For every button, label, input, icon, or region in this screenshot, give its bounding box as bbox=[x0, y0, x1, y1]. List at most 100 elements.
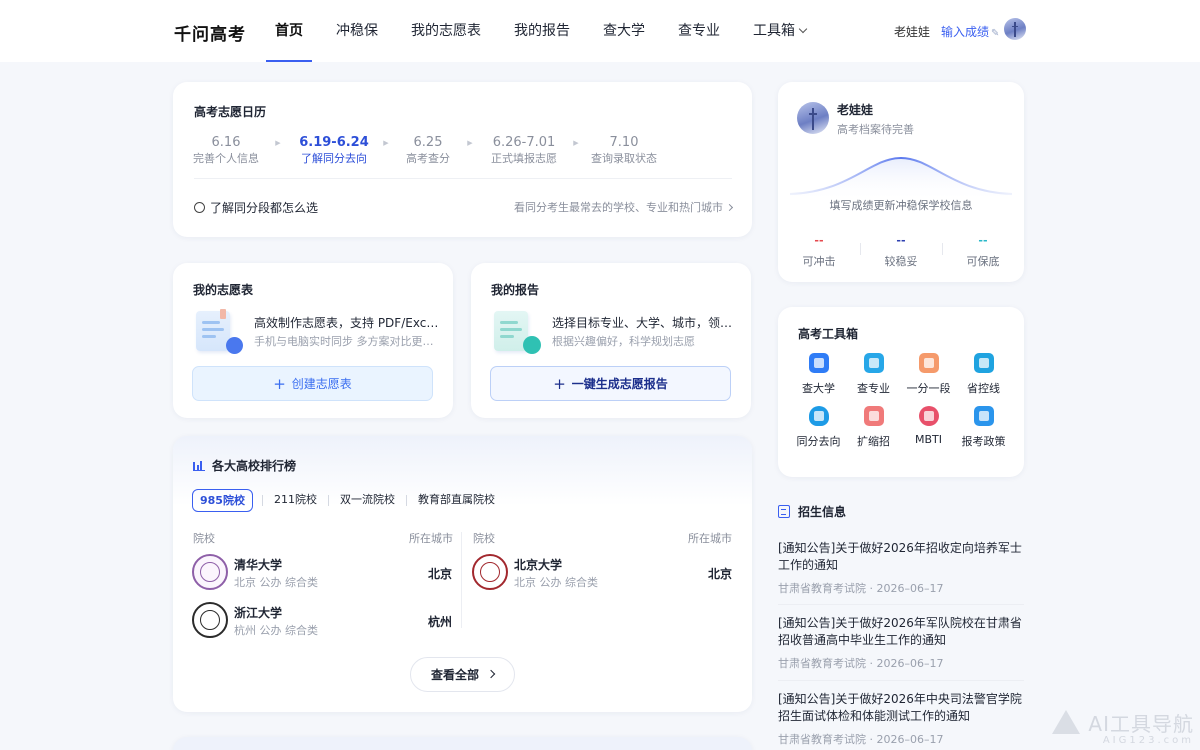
news-date: 2026–06–17 bbox=[876, 657, 944, 670]
tab-double-first-class[interactable]: 双一流院校 bbox=[329, 489, 406, 512]
news-item[interactable]: [通知公告]关于做好2026年中央司法警官学院招生面试体检和体能测试工作的通知 … bbox=[778, 691, 1024, 747]
nav-reach-safe[interactable]: 冲稳保 bbox=[327, 0, 387, 62]
profile-status: 高考档案待完善 bbox=[837, 123, 914, 136]
news-date: 2026–06–17 bbox=[876, 733, 944, 746]
nav-find-university[interactable]: 查大学 bbox=[594, 0, 654, 62]
step-label: 了解同分去向 bbox=[301, 152, 367, 165]
university-city: 北京 bbox=[708, 567, 733, 581]
tab-211[interactable]: 211院校 bbox=[263, 489, 328, 512]
brand-logo[interactable]: 千问高考 bbox=[174, 20, 246, 45]
divider bbox=[778, 604, 1024, 605]
university-meta: 北京 公办 综合类 bbox=[234, 576, 318, 589]
chevron-right-icon bbox=[486, 669, 496, 678]
university-ranking-card: 各大高校排行榜 985院校 211院校 双一流院校 教育部直属院校 院校 所在城… bbox=[173, 436, 752, 712]
university-meta: 杭州 公办 综合类 bbox=[234, 624, 318, 637]
nav-my-report[interactable]: 我的报告 bbox=[505, 0, 579, 62]
news-text: [通知公告]关于做好2026年招收定向培养军士工作的通知 bbox=[778, 541, 1022, 572]
zju-seal-icon bbox=[192, 602, 228, 638]
same-score-radio[interactable]: 了解同分段都怎么选 bbox=[194, 199, 318, 216]
tool-label: 省控线 bbox=[967, 382, 1000, 395]
tool-label: 查专业 bbox=[857, 382, 890, 395]
radio-circle-icon bbox=[194, 202, 205, 213]
tool-find-major[interactable]: 查专业 bbox=[846, 353, 901, 396]
calendar-step[interactable]: 7.10 查询录取状态 bbox=[589, 135, 659, 166]
tool-policy[interactable]: 报考政策 bbox=[956, 406, 1011, 449]
radio-label: 了解同分段都怎么选 bbox=[210, 201, 319, 215]
tool-enrollment-change[interactable]: 扩缩招 bbox=[846, 406, 901, 449]
stat-reach[interactable]: -- 可冲击 bbox=[778, 235, 860, 269]
policy-icon bbox=[973, 406, 994, 426]
calendar-step[interactable]: 6.16 完善个人信息 bbox=[193, 135, 259, 166]
profile-stats: -- 可冲击 -- 较稳妥 -- 可保底 bbox=[778, 235, 1024, 269]
avatar[interactable] bbox=[1004, 18, 1026, 40]
same-score-link[interactable]: 看同分考生最常去的学校、专业和热门城市 bbox=[514, 199, 734, 215]
column-divider bbox=[461, 532, 462, 628]
profile-card: 老娃娃 高考档案待完善 填写成绩更新冲稳保学校信息 -- 可冲击 -- 较稳妥 bbox=[778, 82, 1024, 282]
watermark-sub: AIG123.com bbox=[1102, 735, 1194, 746]
nav-home[interactable]: 首页 bbox=[266, 0, 312, 62]
news-meta: 甘肃省教育考试院 · 2026–06–17 bbox=[778, 657, 944, 670]
pencil-icon: ✎ bbox=[991, 28, 1000, 39]
nav-my-volunteer[interactable]: 我的志愿表 bbox=[402, 0, 490, 62]
next-card-edge bbox=[173, 737, 752, 750]
university-row[interactable]: 浙江大学 杭州 公办 综合类 杭州 bbox=[192, 602, 452, 642]
step-arrow-icon: ▶ bbox=[275, 139, 281, 147]
tool-find-university[interactable]: 查大学 bbox=[791, 353, 846, 396]
tool-score-segment[interactable]: 一分一段 bbox=[901, 353, 956, 396]
my-report-card: 我的报告 选择目标专业、大学、城市，领取专属报告 根据兴趣偏好，科学规划志愿 +… bbox=[471, 263, 751, 418]
plus-icon: + bbox=[553, 374, 566, 393]
tool-label: 同分去向 bbox=[796, 435, 841, 448]
tool-mbti[interactable]: MBTI bbox=[901, 406, 956, 449]
enter-score-link[interactable]: 输入成绩 ✎ bbox=[941, 23, 999, 40]
news-meta: 甘肃省教育考试院 · 2026–06–17 bbox=[778, 582, 944, 595]
nav-toolbox[interactable]: 工具箱 bbox=[744, 0, 815, 62]
column-header-school: 院校 bbox=[473, 532, 495, 545]
toolbox-title: 高考工具箱 bbox=[798, 327, 859, 341]
university-city: 杭州 bbox=[428, 615, 453, 629]
news-item[interactable]: [通知公告]关于做好2026年招收定向培养军士工作的通知 甘肃省教育考试院 · … bbox=[778, 540, 1024, 596]
profile-name: 老娃娃 bbox=[837, 103, 874, 117]
university-row[interactable]: 清华大学 北京 公办 综合类 北京 bbox=[192, 554, 452, 594]
view-all-button[interactable]: 查看全部 bbox=[410, 657, 515, 692]
calendar-step[interactable]: 6.26-7.01 正式填报志愿 bbox=[485, 135, 563, 166]
news-source: 甘肃省教育考试院 bbox=[778, 733, 866, 746]
tool-control-line[interactable]: 省控线 bbox=[956, 353, 1011, 396]
avatar[interactable] bbox=[797, 102, 829, 134]
step-date: 6.26-7.01 bbox=[492, 135, 556, 150]
news-item[interactable]: [通知公告]关于做好2026年军队院校在甘肃省招收普通高中毕业生工作的通知 甘肃… bbox=[778, 615, 1024, 671]
university-row[interactable]: 北京大学 北京 公办 综合类 北京 bbox=[472, 554, 732, 594]
tool-grid: 查大学 查专业 一分一段 省控线 同分去向 扩缩招 MBTI 报考政策 bbox=[791, 353, 1011, 449]
control-line-icon bbox=[973, 353, 994, 373]
view-all-label: 查看全部 bbox=[430, 668, 479, 682]
volunteer-calendar-card: 高考志愿日历 6.16 完善个人信息 ▶ 6.19-6.24 了解同分去向 ▶ … bbox=[173, 82, 752, 237]
report-main-text: 选择目标专业、大学、城市，领取专属报告 bbox=[552, 316, 737, 330]
toolbox-card: 高考工具箱 查大学 查专业 一分一段 省控线 同分去向 扩缩招 MBTI 报考政… bbox=[778, 307, 1024, 477]
volunteer-main-text: 高效制作志愿表，支持 PDF/Excel导出 bbox=[254, 316, 439, 330]
create-volunteer-button[interactable]: + 创建志愿表 bbox=[192, 366, 433, 401]
tab-985[interactable]: 985院校 bbox=[192, 489, 253, 512]
top-header: 千问高考 首页 冲稳保 我的志愿表 我的报告 查大学 查专业 工具箱 老娃娃 输… bbox=[0, 0, 1200, 62]
news-source: 甘肃省教育考试院 bbox=[778, 582, 866, 595]
tool-same-score[interactable]: 同分去向 bbox=[791, 406, 846, 449]
profile-hint: 填写成绩更新冲稳保学校信息 bbox=[829, 199, 973, 212]
header-user-name[interactable]: 老娃娃 bbox=[894, 23, 930, 40]
volunteer-card-title: 我的志愿表 bbox=[193, 283, 254, 297]
report-doc-icon bbox=[490, 309, 542, 355]
news-title-text: 招生信息 bbox=[798, 505, 847, 519]
step-date: 6.19-6.24 bbox=[299, 135, 369, 150]
stat-safe[interactable]: -- 可保底 bbox=[942, 235, 1024, 269]
calendar-step-active[interactable]: 6.19-6.24 了解同分去向 bbox=[297, 135, 371, 166]
column-header-city: 所在城市 bbox=[409, 532, 453, 545]
chevron-down-icon bbox=[798, 24, 808, 34]
tab-moe-direct[interactable]: 教育部直属院校 bbox=[407, 489, 506, 512]
stat-steady[interactable]: -- 较稳妥 bbox=[860, 235, 942, 269]
step-date: 6.16 bbox=[211, 135, 241, 150]
step-label: 查询录取状态 bbox=[591, 152, 657, 165]
generate-report-button[interactable]: + 一键生成志愿报告 bbox=[490, 366, 731, 401]
report-sub-text: 根据兴趣偏好，科学规划志愿 bbox=[552, 335, 695, 348]
same-score-link-label: 看同分考生最常去的学校、专业和热门城市 bbox=[514, 201, 723, 214]
news-source: 甘肃省教育考试院 bbox=[778, 657, 866, 670]
calendar-step[interactable]: 6.25 高考查分 bbox=[401, 135, 455, 166]
nav-find-major[interactable]: 查专业 bbox=[669, 0, 729, 62]
stat-label: 较稳妥 bbox=[884, 255, 918, 268]
